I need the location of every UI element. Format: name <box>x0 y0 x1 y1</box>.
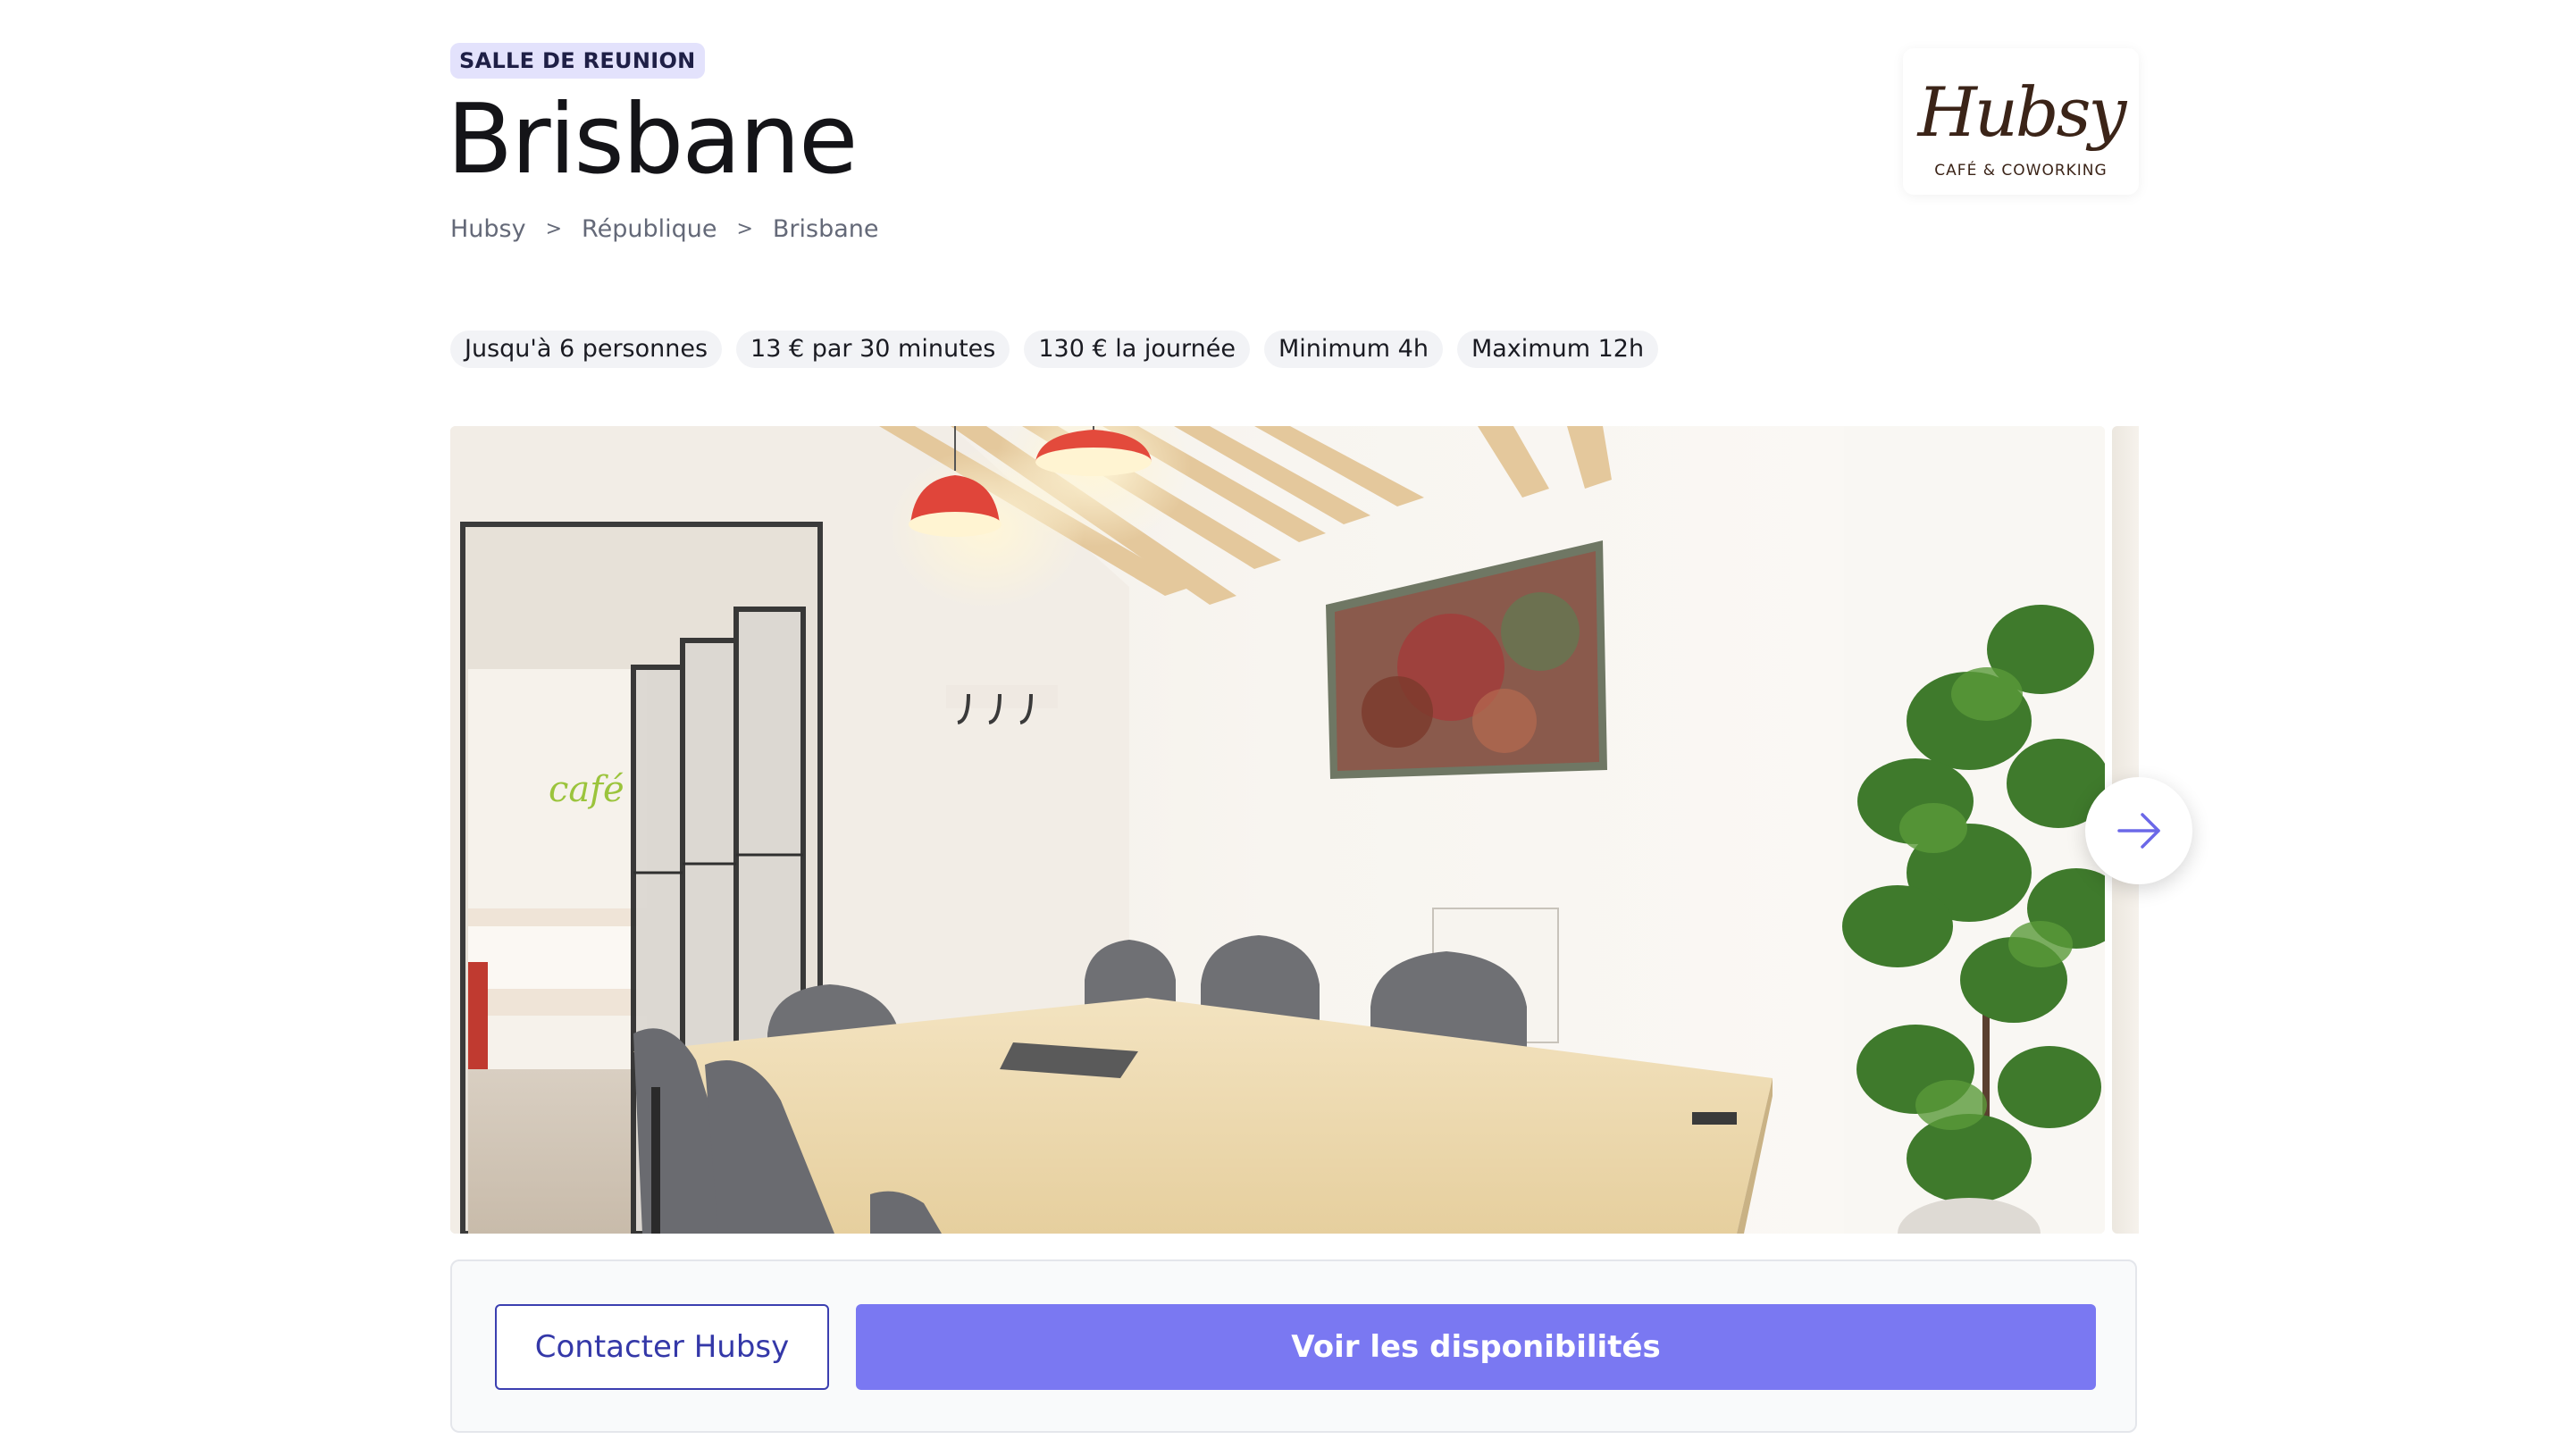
hubsy-logo-icon: Hubsy CAFÉ & COWORKING <box>1916 72 2131 180</box>
feature-maximum: Maximum 12h <box>1456 331 1659 368</box>
breadcrumb-item-hubsy[interactable]: Hubsy <box>450 215 526 243</box>
breadcrumb-separator-icon: > <box>545 217 563 240</box>
arrow-right-icon <box>2117 813 2160 849</box>
logo-tagline: CAFÉ & COWORKING <box>1934 160 2107 180</box>
meeting-room-illustration: café <box>450 426 2105 1234</box>
brand-logo[interactable]: Hubsy CAFÉ & COWORKING <box>1903 48 2139 195</box>
breadcrumb-separator-icon: > <box>736 217 753 240</box>
main-photo[interactable]: café <box>450 426 2105 1234</box>
feature-capacity: Jusqu'à 6 personnes <box>450 331 723 368</box>
features-list: Jusqu'à 6 personnes 13 € par 30 minutes … <box>450 331 1659 368</box>
photo-gallery: café <box>450 426 2192 1234</box>
cafe-sign: café <box>549 769 624 810</box>
feature-minimum: Minimum 4h <box>1263 331 1443 368</box>
view-availability-button[interactable]: Voir les disponibilités <box>856 1304 2096 1390</box>
category-badge: SALLE DE REUNION <box>450 43 705 79</box>
page: SALLE DE REUNION Brisbane Hubsy > Républ… <box>0 0 2573 1456</box>
breadcrumb: Hubsy > République > Brisbane <box>450 211 879 247</box>
logo-wordmark: Hubsy <box>1916 72 2128 152</box>
page-title: Brisbane <box>447 84 858 196</box>
feature-price-30min: 13 € par 30 minutes <box>736 331 1010 368</box>
breadcrumb-item-republique[interactable]: République <box>582 215 717 243</box>
feature-price-day: 130 € la journée <box>1024 331 1250 368</box>
breadcrumb-item-brisbane[interactable]: Brisbane <box>773 215 879 243</box>
booking-action-bar: Contacter Hubsy Voir les disponibilités <box>450 1259 2137 1433</box>
gallery-next-button[interactable] <box>2085 777 2192 884</box>
contact-button[interactable]: Contacter Hubsy <box>495 1304 829 1390</box>
